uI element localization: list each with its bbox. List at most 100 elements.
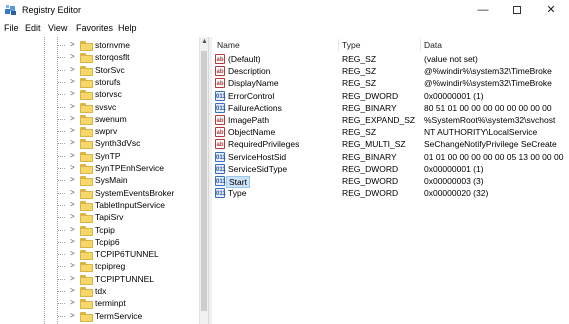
menu-view[interactable]: View [48,23,67,33]
chevron-right-icon[interactable]: > [70,126,75,135]
string-value-icon: ab [215,127,225,138]
value-row[interactable]: 011 Type REG_DWORD 0x00000020 (32) [212,187,569,199]
menu-favorites[interactable]: Favorites [76,23,113,33]
tree-item[interactable]: > Tcpip6 [0,236,200,249]
tree-item[interactable]: > TabletInputService [0,199,200,212]
menu-edit[interactable]: Edit [25,23,41,33]
column-header-data[interactable]: Data [424,40,442,50]
chevron-right-icon[interactable]: > [70,298,75,307]
tree-item[interactable]: > StorSvc [0,64,200,77]
tree-item[interactable]: > swenum [0,113,200,126]
value-data: (value not set) [424,54,478,64]
tree-connector [58,217,65,219]
folder-icon [80,311,93,322]
tree-scrollbar[interactable]: ▲ [199,37,208,324]
folder-icon [80,237,93,248]
tree-item[interactable]: > storqosflt [0,51,200,64]
chevron-right-icon[interactable]: > [70,151,75,160]
value-row[interactable]: ab DisplayName REG_SZ @%windir%\system32\Ti… [212,77,569,89]
value-row[interactable]: ab ImagePath REG_EXPAND_SZ %SystemRoot%\sys… [212,114,569,126]
tree-item-label: terminpt [95,298,126,309]
menu-file[interactable]: File [4,23,19,33]
tree-item[interactable]: > TCPIP6TUNNEL [0,248,200,261]
chevron-right-icon[interactable]: > [70,52,75,61]
chevron-right-icon[interactable]: > [70,261,75,270]
column-separator[interactable] [338,39,339,51]
tree-item-label: tcpipreg [95,261,126,272]
tree-item-label: svsvc [95,101,117,112]
tree-connector [58,315,65,317]
value-name: FailureActions [228,102,282,113]
value-row[interactable]: ab ObjectName REG_SZ NT AUTHORITY\LocalServ… [212,126,569,138]
tree-item-label: TermService [95,310,143,321]
chevron-right-icon[interactable]: > [70,225,75,234]
tree-item[interactable]: > TermService [0,310,200,323]
value-row[interactable]: 011 Start REG_DWORD 0x00000003 (3) [212,175,569,188]
values-list[interactable]: Name Type Data ab (Default) REG_SZ (value n… [212,37,569,324]
tree-item[interactable]: > tcpipreg [0,260,200,273]
tree-item[interactable]: > TCPIPTUNNEL [0,273,200,286]
scroll-up-icon[interactable]: ▲ [201,38,208,45]
tree-item-label: stornvme [95,40,130,50]
folder-icon [80,90,93,101]
chevron-right-icon[interactable]: > [70,188,75,197]
tree-item[interactable]: > swprv [0,125,200,138]
tree-item[interactable]: > Tcpip [0,224,200,237]
column-header-name[interactable]: Name [217,40,240,50]
tree-item[interactable]: > SynTPEnhService [0,162,200,175]
maximize-button[interactable] [500,0,534,21]
tree-item[interactable]: > SysMain [0,174,200,187]
tree-connector [58,254,65,256]
value-row[interactable]: ab (Default) REG_SZ (value not set) [212,53,569,65]
chevron-right-icon[interactable]: > [70,274,75,283]
chevron-right-icon[interactable]: > [70,286,75,295]
tree-item[interactable]: > storufs [0,76,200,89]
value-data: 0x00000001 (1) [424,90,484,101]
binary-value-icon: 011 [215,188,226,199]
chevron-right-icon[interactable]: > [70,175,75,184]
tree-connector [58,69,65,71]
chevron-right-icon[interactable]: > [70,311,75,320]
tree-item[interactable]: > stornvme [0,39,200,52]
value-row[interactable]: ab Description REG_SZ @%windir%\system32\Ti… [212,65,569,77]
key-tree[interactable]: > stornvme > storqosflt > StorSvc > storufs > sto… [0,37,208,324]
registry-editor-icon [5,5,16,15]
value-data: 80 51 01 00 00 00 00 00 00 00 00 [424,102,552,113]
chevron-right-icon[interactable]: > [70,114,75,123]
value-row[interactable]: 011 ErrorControl REG_DWORD 0x00000001 (1) [212,90,569,102]
menu-help[interactable]: Help [118,23,137,33]
tree-item[interactable]: > svsvc [0,101,200,114]
close-button[interactable]: ✕ [534,0,568,21]
value-data: NT AUTHORITY\LocalService [424,127,538,138]
tree-item[interactable]: > TapiSrv [0,211,200,224]
chevron-right-icon[interactable]: > [70,138,75,147]
chevron-right-icon[interactable]: > [70,212,75,221]
tree-item[interactable]: > Synth3dVsc [0,137,200,150]
folder-icon [80,213,93,224]
value-row[interactable]: 011 ServiceSidType REG_DWORD 0x00000001 (1) [212,163,569,175]
tree-item[interactable]: > storvsc [0,88,200,101]
chevron-right-icon[interactable]: > [70,102,75,111]
chevron-right-icon[interactable]: > [70,65,75,74]
chevron-right-icon[interactable]: > [70,163,75,172]
tree-item-label: SysMain [95,175,128,186]
tree-item[interactable]: > terminpt [0,297,200,310]
column-header-type[interactable]: Type [342,40,360,50]
minimize-button[interactable]: — [466,0,500,21]
folder-icon [80,102,93,113]
tree-item[interactable]: > SystemEventsBroker [0,187,200,200]
value-row[interactable]: ab RequiredPrivileges REG_MULTI_SZ SeChange… [212,138,569,150]
chevron-right-icon[interactable]: > [70,40,75,49]
column-separator[interactable] [420,39,421,51]
tree-item[interactable]: > tdx [0,285,200,298]
value-name: RequiredPrivileges [228,139,300,150]
value-row[interactable]: 011 ServiceHostSid REG_BINARY 01 01 00 00 0… [212,151,569,163]
tree-item[interactable]: > SynTP [0,150,200,163]
chevron-right-icon[interactable]: > [70,200,75,209]
chevron-right-icon[interactable]: > [70,77,75,86]
scroll-thumb[interactable] [201,51,207,311]
chevron-right-icon[interactable]: > [70,249,75,258]
chevron-right-icon[interactable]: > [70,237,75,246]
chevron-right-icon[interactable]: > [70,89,75,98]
value-row[interactable]: 011 FailureActions REG_BINARY 80 51 01 00 0… [212,102,569,114]
